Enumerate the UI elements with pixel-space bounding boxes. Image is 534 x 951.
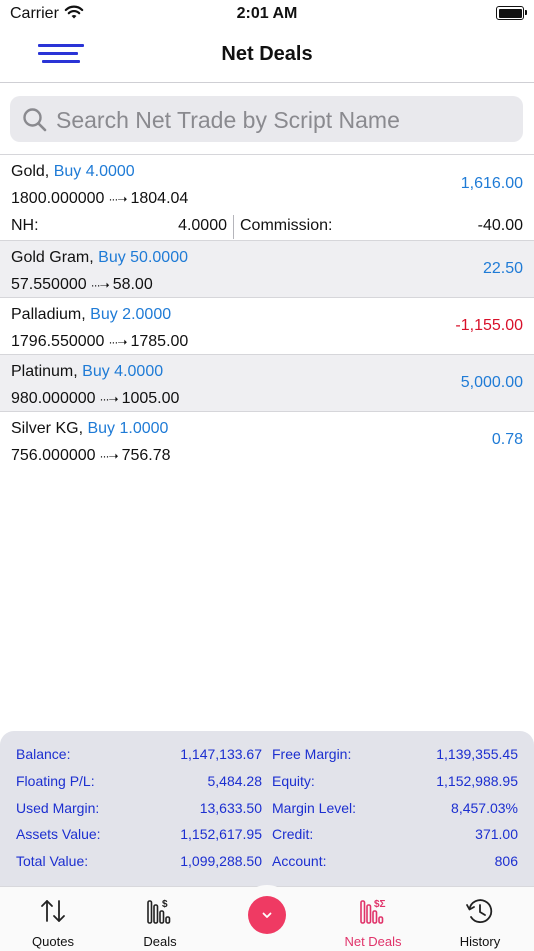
search-input[interactable]	[54, 96, 518, 144]
margin-level-value: 8,457.03%	[451, 800, 518, 816]
deal-symbol: Gold Gram,	[11, 249, 94, 266]
assets-value-label: Assets Value:	[16, 826, 101, 842]
current-price: 1785.00	[130, 333, 189, 350]
tab-history[interactable]: History	[427, 887, 533, 951]
current-price: 1005.00	[121, 390, 180, 407]
arrow-right-icon: ···➝	[99, 392, 119, 406]
total-value-label: Total Value:	[16, 853, 89, 869]
deal-side: Buy 4.0000	[53, 163, 135, 180]
commission-value: -40.00	[477, 217, 523, 234]
list-item[interactable]: Silver KG, Buy 1.0000 756.000000 ···➝ 756.…	[0, 412, 534, 468]
total-value: 1,099,288.50	[180, 853, 262, 869]
deal-title: Palladium, Buy 2.0000	[11, 306, 171, 324]
arrow-right-icon: ···➝	[99, 449, 119, 463]
arrow-right-icon: ···➝	[108, 192, 127, 206]
deal-profit: -1,155.00	[455, 317, 523, 334]
clock-time: 2:01 AM	[236, 5, 298, 22]
deal-title: Silver KG, Buy 1.0000	[11, 420, 168, 438]
open-price: 1800.000000	[11, 190, 105, 207]
deal-prices: 980.000000 ···➝ 1005.00	[11, 390, 179, 408]
page-title: Net Deals	[221, 43, 313, 65]
assets-value: 1,152,617.95	[180, 826, 262, 842]
current-price: 756.78	[121, 447, 171, 464]
up-down-arrows-icon	[0, 895, 106, 927]
used-margin-value: 13,633.50	[199, 800, 262, 816]
net-deals-bars-icon: $Σ	[320, 895, 426, 927]
arrow-right-icon: ···➝	[90, 278, 110, 292]
floating-pl-value: 5,484.28	[207, 773, 263, 789]
deal-side: Buy 1.0000	[87, 420, 169, 437]
margin-level-label: Margin Level:	[272, 800, 357, 816]
deal-symbol: Gold,	[11, 163, 50, 180]
floating-action-button[interactable]	[248, 896, 286, 934]
deal-symbol: Silver KG,	[11, 420, 84, 437]
deal-profit: 1,616.00	[460, 175, 523, 192]
deal-title: Gold Gram, Buy 50.0000	[11, 249, 188, 267]
tab-label: Net Deals	[344, 934, 402, 949]
tab-label: Deals	[143, 934, 177, 949]
open-price: 980.000000	[11, 390, 96, 407]
deal-profit: 5,000.00	[460, 374, 523, 391]
svg-text:$Σ: $Σ	[374, 899, 386, 910]
account-value: 806	[494, 853, 518, 869]
balance-label: Balance:	[16, 746, 71, 762]
divider	[233, 215, 234, 239]
floating-pl-label: Floating P/L:	[16, 773, 95, 789]
tab-label: History	[459, 934, 501, 949]
deal-side: Buy 2.0000	[90, 306, 172, 323]
navigation-bar: Net Deals	[0, 28, 534, 83]
deal-title: Platinum, Buy 4.0000	[11, 363, 163, 381]
used-margin-label: Used Margin:	[16, 800, 100, 816]
open-price: 756.000000	[11, 447, 96, 464]
search-bar[interactable]	[10, 96, 523, 144]
balance-value: 1,147,133.67	[180, 746, 262, 762]
arrow-right-icon: ···➝	[108, 335, 127, 349]
list-item[interactable]: Palladium, Buy 2.0000 1796.550000 ···➝ 178…	[0, 298, 534, 355]
equity-value: 1,152,988.95	[436, 773, 518, 789]
nh-value: 4.0000	[178, 217, 227, 234]
chevron-down-icon	[262, 912, 272, 918]
nh-label: NH:	[11, 217, 39, 234]
credit-label: Credit:	[272, 826, 314, 842]
svg-text:$: $	[162, 899, 168, 910]
deals-bars-icon: $	[107, 895, 213, 927]
current-price: 1804.04	[130, 190, 189, 207]
deal-profit: 0.78	[491, 431, 523, 448]
free-margin-label: Free Margin:	[272, 746, 352, 762]
credit-value: 371.00	[475, 826, 518, 842]
battery-icon	[496, 6, 527, 20]
equity-label: Equity:	[272, 773, 315, 789]
search-icon	[22, 107, 48, 138]
account-summary-panel: Balance: 1,147,133.67 Free Margin: 1,139…	[0, 731, 534, 886]
list-item[interactable]: Platinum, Buy 4.0000 980.000000 ···➝ 1005.…	[0, 355, 534, 412]
history-clock-icon	[427, 895, 533, 927]
net-deals-list: Gold, Buy 4.0000 1800.000000 ···➝ 1804.04 …	[0, 154, 534, 468]
deal-title: Gold, Buy 4.0000	[11, 163, 135, 181]
list-item[interactable]: Gold, Buy 4.0000 1800.000000 ···➝ 1804.04 …	[0, 155, 534, 241]
open-price: 1796.550000	[11, 333, 105, 350]
free-margin-value: 1,139,355.45	[436, 746, 518, 762]
tab-deals[interactable]: $ Deals	[107, 887, 213, 951]
list-item[interactable]: Gold Gram, Buy 50.0000 57.550000 ···➝ 58.0…	[0, 241, 534, 298]
deal-side: Buy 4.0000	[82, 363, 164, 380]
deal-prices: 756.000000 ···➝ 756.78	[11, 447, 171, 465]
deal-prices: 1796.550000 ···➝ 1785.00	[11, 333, 188, 351]
deal-prices: 57.550000 ···➝ 58.00	[11, 276, 153, 294]
deal-prices: 1800.000000 ···➝ 1804.04	[11, 190, 188, 208]
open-price: 57.550000	[11, 276, 87, 293]
deal-symbol: Palladium,	[11, 306, 86, 323]
status-bar: Carrier 2:01 AM	[0, 0, 534, 28]
current-price: 58.00	[112, 276, 153, 293]
deal-side: Buy 50.0000	[98, 249, 188, 266]
deal-profit: 22.50	[482, 260, 523, 277]
account-label: Account:	[272, 853, 327, 869]
deal-symbol: Platinum,	[11, 363, 78, 380]
tab-quotes[interactable]: Quotes	[0, 887, 106, 951]
tab-label: Quotes	[32, 934, 74, 949]
tab-net-deals[interactable]: $Σ Net Deals	[320, 887, 426, 951]
commission-label: Commission:	[240, 217, 333, 234]
